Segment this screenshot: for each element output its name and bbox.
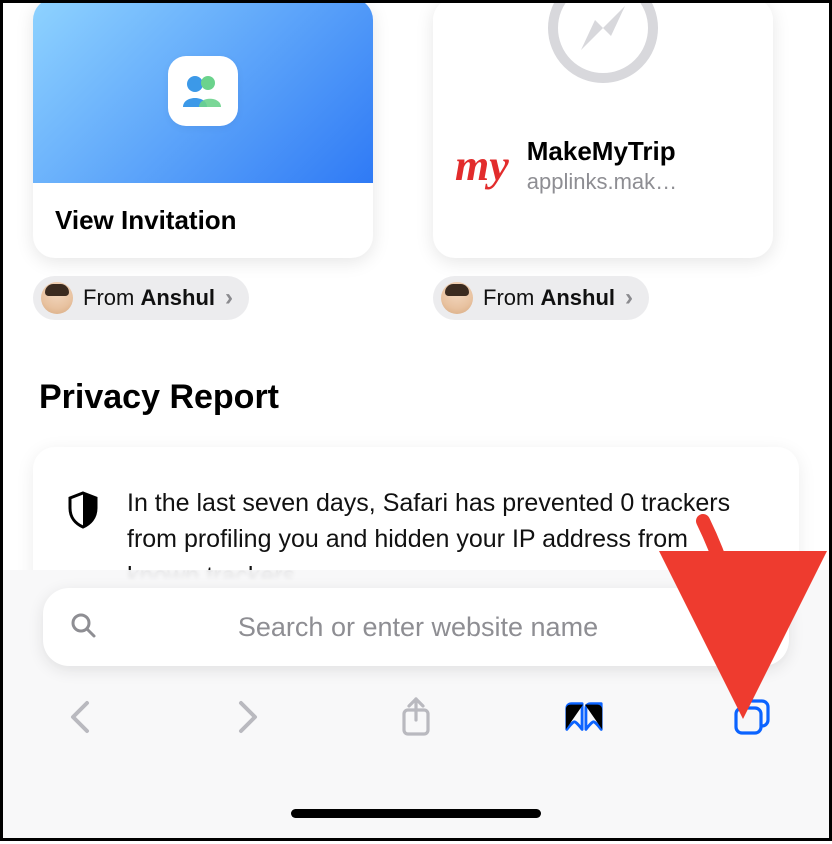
address-bar-placeholder: Search or enter website name: [117, 612, 719, 643]
card-thumbnail: [33, 3, 373, 183]
chevron-right-icon: ›: [625, 284, 633, 312]
avatar: [41, 282, 73, 314]
shared-by-pill[interactable]: From Anshul ›: [33, 276, 249, 320]
search-icon: [69, 611, 97, 644]
makemytrip-logo: my: [455, 144, 509, 188]
privacy-report-text: In the last seven days, Safari has preve…: [127, 485, 765, 578]
bottom-bar: Search or enter website name: [3, 570, 829, 838]
shield-icon: [67, 491, 99, 534]
shared-group-icon: [168, 56, 238, 126]
microphone-icon[interactable]: [739, 609, 763, 646]
safari-compass-icon: [543, 3, 663, 88]
card-footer: my MakeMyTrip applinks.mak…: [433, 118, 773, 217]
card-footer: View Invitation: [33, 183, 373, 258]
bookmarks-button[interactable]: [563, 696, 605, 738]
shared-by-label: From Anshul: [483, 285, 615, 311]
card-thumbnail: [433, 3, 773, 118]
toolbar: [3, 696, 829, 738]
shared-by-label: From Anshul: [83, 285, 215, 311]
back-button[interactable]: [59, 696, 101, 738]
card-title: MakeMyTrip: [527, 136, 677, 167]
forward-button[interactable]: [227, 696, 269, 738]
share-button[interactable]: [395, 696, 437, 738]
card-label: View Invitation: [55, 205, 237, 236]
shared-card-invitation[interactable]: View Invitation: [33, 3, 373, 258]
privacy-report-card[interactable]: In the last seven days, Safari has preve…: [33, 447, 799, 578]
card-subtitle: applinks.mak…: [527, 169, 677, 195]
chevron-right-icon: ›: [225, 284, 233, 312]
address-bar[interactable]: Search or enter website name: [43, 588, 789, 666]
privacy-report-title: Privacy Report: [39, 378, 799, 417]
tabs-button[interactable]: [731, 696, 773, 738]
shared-by-row: From Anshul › From Anshul ›: [33, 276, 799, 320]
home-indicator: [291, 809, 541, 818]
shared-cards-row: View Invitation my MakeMyTrip applinks.m: [33, 3, 799, 258]
shared-by-pill[interactable]: From Anshul ›: [433, 276, 649, 320]
start-page: View Invitation my MakeMyTrip applinks.m: [3, 3, 829, 578]
avatar: [441, 282, 473, 314]
shared-card-makemytrip[interactable]: my MakeMyTrip applinks.mak…: [433, 3, 773, 258]
